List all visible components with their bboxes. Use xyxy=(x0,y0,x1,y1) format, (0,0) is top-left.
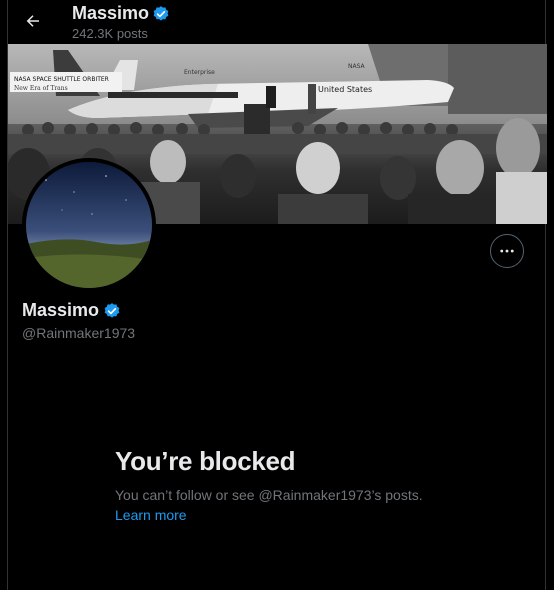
verified-badge-icon xyxy=(153,5,169,21)
sign-text: NASA SPACE SHUTTLE ORBITER xyxy=(14,76,109,83)
profile-name-text: Massimo xyxy=(22,300,100,320)
more-options-icon xyxy=(500,249,514,253)
avatar[interactable] xyxy=(22,158,156,292)
orbiter-name: Enterprise xyxy=(184,69,215,76)
learn-more-link[interactable]: Learn more xyxy=(115,507,187,523)
blocked-notice: You’re blocked You can’t follow or see @… xyxy=(115,446,495,525)
fuselage-text: United States xyxy=(318,85,372,94)
header-display-name: Massimo xyxy=(72,3,170,24)
back-button[interactable] xyxy=(16,4,50,38)
sign-subtext: New Era of Trans xyxy=(14,85,68,92)
header-name-text: Massimo xyxy=(72,3,150,23)
avatar-image xyxy=(26,162,152,288)
tail-text: NASA xyxy=(348,63,366,70)
blocked-title: You’re blocked xyxy=(115,446,296,476)
more-options-button[interactable] xyxy=(490,234,524,268)
profile-display-name: Massimo xyxy=(22,300,121,321)
verified-badge-icon xyxy=(104,302,120,318)
top-bar: Massimo 242.3K posts xyxy=(8,0,547,44)
arrow-left-icon xyxy=(26,15,39,27)
blocked-message: You can’t follow or see @Rainmaker1973’s… xyxy=(115,487,423,503)
post-count: 242.3K posts xyxy=(72,26,148,41)
profile-column: Massimo 242.3K posts Enterprise United S… xyxy=(7,0,547,590)
profile-handle: @Rainmaker1973 xyxy=(22,325,136,341)
